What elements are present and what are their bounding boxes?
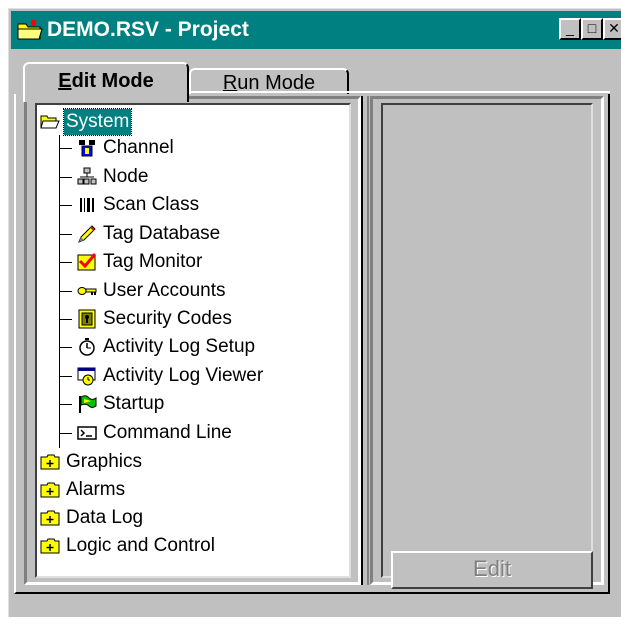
tree-item-label: Logic and Control bbox=[66, 535, 215, 556]
tree-branch bbox=[60, 205, 72, 206]
close-button[interactable]: ✕ bbox=[603, 18, 621, 40]
tree-item-label: Startup bbox=[103, 393, 165, 414]
edit-button[interactable]: Edit bbox=[391, 551, 593, 589]
tree-item-label: Channel bbox=[103, 137, 174, 158]
minimize-button[interactable]: _ bbox=[559, 18, 581, 40]
pane-splitter[interactable] bbox=[361, 96, 369, 585]
tree-item-label: Activity Log Setup bbox=[103, 336, 256, 357]
tree-item-label: Alarms bbox=[66, 479, 126, 500]
tree-branch bbox=[60, 347, 72, 348]
keyhole-icon bbox=[78, 309, 96, 329]
project-tree[interactable]: System Channel Node Scan Class Tag Datab… bbox=[35, 103, 351, 578]
maximize-button[interactable]: □ bbox=[581, 18, 603, 40]
tab-baseline bbox=[188, 91, 610, 93]
collapsed-folder-icon bbox=[40, 510, 60, 526]
tree-branch bbox=[60, 262, 72, 263]
details-pane bbox=[381, 103, 593, 578]
tab-edit-mode[interactable]: Edit Mode bbox=[23, 62, 189, 102]
collapsed-folder-icon bbox=[40, 482, 60, 498]
tree-item-label: Activity Log Viewer bbox=[103, 365, 264, 386]
tree-item-label: System bbox=[62, 108, 133, 136]
project-folder-icon bbox=[17, 20, 43, 40]
channel-icon bbox=[79, 140, 95, 157]
tree-item-label: Tag Monitor bbox=[103, 251, 203, 272]
stopwatch-icon bbox=[79, 338, 95, 356]
tree-branch bbox=[60, 234, 72, 235]
collapsed-folder-icon bbox=[40, 538, 60, 554]
window-title: DEMO.RSV - Project bbox=[47, 18, 249, 41]
tree-item-label: Tag Database bbox=[103, 223, 221, 244]
tree-branch bbox=[60, 291, 72, 292]
barcode-icon bbox=[80, 198, 94, 212]
title-bar[interactable]: DEMO.RSV - Project _ □ ✕ bbox=[11, 11, 621, 49]
collapsed-folder-icon bbox=[40, 454, 60, 470]
network-node-icon bbox=[77, 167, 97, 185]
key-icon bbox=[77, 287, 97, 295]
tree-item-label: Graphics bbox=[66, 451, 143, 472]
tree-item-label: User Accounts bbox=[103, 280, 226, 301]
tree-item-label: Data Log bbox=[66, 507, 144, 528]
tree-item-label: Node bbox=[103, 166, 149, 187]
green-flag-icon bbox=[79, 395, 97, 413]
tree-item-label: Command Line bbox=[103, 422, 232, 443]
log-viewer-icon bbox=[77, 367, 96, 386]
tree-branch bbox=[60, 148, 72, 149]
tree-item-label: Security Codes bbox=[103, 308, 232, 329]
tab-edit-mode-mnemonic: E bbox=[58, 70, 72, 92]
tab-edit-mode-label: dit Mode bbox=[71, 70, 154, 92]
tree-branch bbox=[60, 404, 72, 405]
open-folder-icon bbox=[40, 115, 60, 129]
tree-branch bbox=[60, 319, 72, 320]
checkmark-monitor-icon bbox=[77, 253, 97, 271]
tree-branch bbox=[60, 433, 72, 434]
tree-branch bbox=[60, 177, 72, 178]
tree-item-label: Scan Class bbox=[103, 194, 200, 215]
command-prompt-icon bbox=[77, 426, 97, 440]
tree-branch bbox=[60, 376, 72, 377]
pencil-icon bbox=[78, 225, 96, 243]
